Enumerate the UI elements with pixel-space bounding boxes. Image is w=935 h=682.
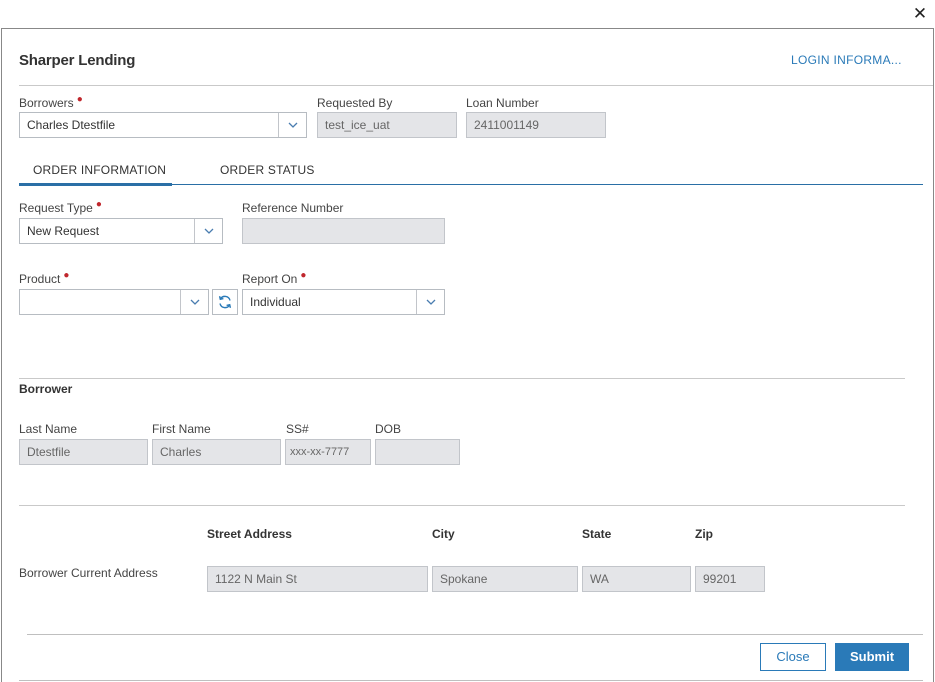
first-name-field: Charles [152,439,281,465]
close-icon[interactable]: ✕ [910,4,930,24]
requested-by-label: Requested By [317,96,393,110]
product-select[interactable] [19,289,209,315]
chevron-down-icon[interactable] [180,290,208,314]
request-type-label: Request Type ● [19,199,102,215]
footer-divider [27,634,923,635]
reference-number-field [242,218,445,244]
dialog: ✕ Sharper Lending LOGIN INFORMA... Borro… [0,0,935,682]
tab-order-status[interactable]: ORDER STATUS [220,163,315,177]
borrower-current-address-label: Borrower Current Address [19,566,158,580]
tab-order-information[interactable]: ORDER INFORMATION [33,163,166,177]
city-label: City [432,527,455,541]
street-address-label: Street Address [207,527,292,541]
report-on-label: Report On ● [242,270,307,286]
loan-number-label: Loan Number [466,96,539,110]
active-tab-indicator [19,183,172,186]
refresh-icon [218,295,232,309]
dialog-title: Sharper Lending [19,52,136,69]
address-section-divider [19,505,905,506]
product-label: Product ● [19,270,70,286]
requested-by-field: test_ice_uat [317,112,457,138]
zip-label: Zip [695,527,713,541]
required-marker: ● [76,94,83,105]
dob-label: DOB [375,422,402,436]
reference-number-label: Reference Number [242,201,344,215]
required-marker: ● [300,270,307,281]
ssn-field: xxx-xx-7777 [285,439,371,465]
bottom-divider [19,680,923,681]
dob-field [375,439,460,465]
loan-number-field: 2411001149 [466,112,606,138]
last-name-field: Dtestfile [19,439,148,465]
borrower-section-title: Borrower [19,382,73,396]
request-type-select[interactable]: New Request [19,218,223,244]
ssn-label: SS# [286,422,309,436]
submit-button[interactable]: Submit [835,643,909,671]
state-field: WA [582,566,691,592]
city-field: Spokane [432,566,578,592]
required-marker: ● [95,199,102,210]
borrowers-select[interactable]: Charles Dtestfile [19,112,307,138]
chevron-down-icon[interactable] [278,113,306,137]
chevron-down-icon[interactable] [416,290,444,314]
login-information-link[interactable]: LOGIN INFORMA... [791,53,902,67]
required-marker: ● [63,270,70,281]
borrowers-value: Charles Dtestfile [27,118,116,132]
state-label: State [582,527,612,541]
header-divider [19,85,933,86]
report-on-value: Individual [250,295,301,309]
close-button[interactable]: Close [760,643,826,671]
last-name-label: Last Name [19,422,78,436]
borrowers-label: Borrowers ● [19,94,83,110]
street-address-field: 1122 N Main St [207,566,428,592]
request-type-value: New Request [27,224,100,238]
borrower-section-divider [19,378,905,379]
report-on-select[interactable]: Individual [242,289,445,315]
first-name-label: First Name [152,422,211,436]
chevron-down-icon[interactable] [194,219,222,243]
zip-field: 99201 [695,566,765,592]
refresh-products-button[interactable] [212,289,238,315]
